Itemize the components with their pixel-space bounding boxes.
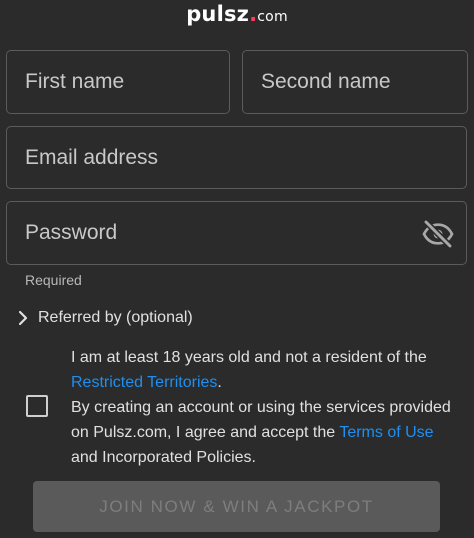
second-name-field[interactable] — [242, 50, 468, 114]
second-name-input[interactable] — [243, 51, 467, 113]
join-now-button[interactable]: JOIN NOW & WIN A JACKPOT — [33, 481, 440, 532]
consent-line1-text: I am at least 18 years old and not a res… — [71, 349, 427, 366]
first-name-input[interactable] — [7, 51, 229, 113]
email-field[interactable] — [6, 126, 467, 189]
logo-name: pulsz — [186, 2, 250, 26]
referred-by-toggle[interactable]: Referred by (optional) — [16, 309, 193, 327]
referred-by-label: Referred by (optional) — [38, 309, 193, 326]
restricted-territories-link[interactable]: Restricted Territories — [71, 374, 217, 391]
consent-line2-end: and Incorporated Policies. — [71, 449, 256, 466]
email-input[interactable] — [7, 127, 466, 188]
logo-tld: com — [257, 9, 288, 25]
password-input[interactable] — [7, 202, 466, 264]
terms-of-use-link[interactable]: Terms of Use — [339, 424, 433, 441]
consent-line1-end: . — [217, 374, 222, 391]
password-field[interactable] — [6, 201, 467, 265]
first-name-field[interactable] — [6, 50, 230, 114]
consent-checkbox[interactable] — [26, 395, 48, 417]
consent-text: I am at least 18 years old and not a res… — [71, 345, 461, 470]
chevron-right-icon — [18, 310, 28, 326]
pulsz-logo: pulsz.com — [0, 2, 474, 26]
eye-off-icon[interactable] — [422, 218, 454, 250]
required-hint: Required — [25, 272, 82, 288]
